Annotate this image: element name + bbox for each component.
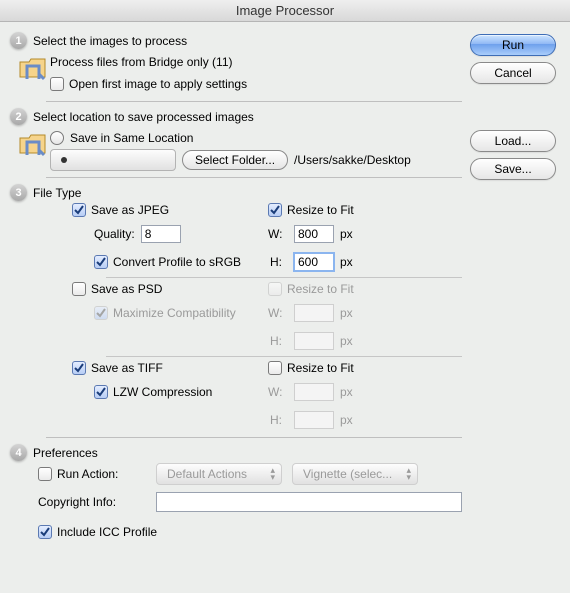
selected-folder-path: /Users/sakke/Desktop (294, 153, 411, 167)
save-as-tiff-checkbox[interactable]: Save as TIFF (72, 361, 252, 375)
step-badge-1: 1 (10, 32, 27, 49)
left-panel: 1 Select the images to process Process f… (10, 32, 470, 579)
include-icc-label: Include ICC Profile (57, 525, 157, 539)
divider-3 (46, 437, 462, 438)
jpeg-resize-label: Resize to Fit (287, 203, 354, 217)
divider-psd-tiff (106, 356, 462, 357)
step-badge-2: 2 (10, 108, 27, 125)
psd-resize-label: Resize to Fit (287, 282, 354, 296)
psd-h-input (294, 332, 334, 350)
jpeg-resize-checkbox[interactable]: Resize to Fit (268, 203, 408, 217)
jpeg-quality-label: Quality: (94, 227, 135, 241)
save-as-psd-checkbox[interactable]: Save as PSD (72, 282, 252, 296)
save-as-tiff-label: Save as TIFF (91, 361, 163, 375)
window-title: Image Processor (0, 0, 570, 22)
save-as-psd-label: Save as PSD (91, 282, 162, 296)
section-2-title: Select location to save processed images (33, 110, 254, 124)
right-button-column: Run Cancel Load... Save... (470, 32, 556, 579)
psd-h-px: px (340, 334, 353, 348)
tiff-w-label: W: (268, 385, 288, 399)
select-folder-radio[interactable] (50, 149, 176, 171)
action-name-value: Vignette (selec... (303, 467, 392, 481)
jpeg-h-input[interactable] (294, 253, 334, 271)
updown-icon: ▴▾ (270, 467, 275, 481)
jpeg-quality-input[interactable] (141, 225, 181, 243)
jpeg-w-input[interactable] (294, 225, 334, 243)
action-set-select: Default Actions ▴▾ (156, 463, 282, 485)
save-as-jpeg-checkbox[interactable]: Save as JPEG (72, 203, 252, 217)
jpeg-h-px: px (340, 255, 353, 269)
run-action-checkbox[interactable]: Run Action: (38, 467, 146, 481)
psd-h-label: H: (268, 334, 288, 348)
maximize-compat-checkbox: Maximize Compatibility (72, 306, 252, 320)
action-name-select: Vignette (selec... ▴▾ (292, 463, 418, 485)
select-folder-button[interactable]: Select Folder... (182, 150, 288, 170)
save-same-location-radio[interactable] (50, 131, 64, 145)
action-set-value: Default Actions (167, 467, 247, 481)
convert-srgb-checkbox[interactable]: Convert Profile to sRGB (72, 255, 252, 269)
save-folder-icon (16, 127, 50, 161)
maximize-compat-label: Maximize Compatibility (113, 306, 236, 320)
tiff-resize-checkbox[interactable]: Resize to Fit (268, 361, 408, 375)
section-preferences: 4 Preferences Run Action: Default Action… (10, 444, 462, 543)
copyright-label: Copyright Info: (38, 495, 146, 509)
save-as-jpeg-label: Save as JPEG (91, 203, 169, 217)
jpeg-w-label: W: (268, 227, 288, 241)
updown-icon: ▴▾ (406, 467, 411, 481)
save-button[interactable]: Save... (470, 158, 556, 180)
run-button[interactable]: Run (470, 34, 556, 56)
section-file-type: 3 File Type Save as JPEG Resize to Fit Q… (10, 184, 462, 431)
copyright-input[interactable] (156, 492, 462, 512)
open-first-image-label: Open first image to apply settings (69, 77, 247, 91)
dialog-body: 1 Select the images to process Process f… (0, 22, 570, 593)
section-3-title: File Type (33, 186, 81, 200)
tiff-h-input (294, 411, 334, 429)
psd-w-px: px (340, 306, 353, 320)
psd-w-label: W: (268, 306, 288, 320)
step-badge-4: 4 (10, 444, 27, 461)
jpeg-h-label: H: (268, 255, 288, 269)
tiff-h-px: px (340, 413, 353, 427)
divider-2 (46, 177, 462, 178)
section-4-title: Preferences (33, 446, 98, 460)
section-select-images: 1 Select the images to process Process f… (10, 32, 462, 95)
tiff-resize-label: Resize to Fit (287, 361, 354, 375)
section-1-title: Select the images to process (33, 34, 187, 48)
bridge-files-line: Process files from Bridge only (11) (50, 51, 462, 73)
load-button[interactable]: Load... (470, 130, 556, 152)
convert-srgb-label: Convert Profile to sRGB (113, 255, 241, 269)
open-first-image-checkbox[interactable]: Open first image to apply settings (50, 77, 247, 91)
lzw-compression-label: LZW Compression (113, 385, 212, 399)
save-same-location-label: Save in Same Location (70, 131, 193, 145)
psd-w-input (294, 304, 334, 322)
run-action-label: Run Action: (57, 467, 118, 481)
include-icc-checkbox[interactable]: Include ICC Profile (38, 525, 157, 539)
bridge-folder-icon (16, 51, 50, 85)
jpeg-w-px: px (340, 227, 353, 241)
step-badge-3: 3 (10, 184, 27, 201)
tiff-h-label: H: (268, 413, 288, 427)
psd-resize-checkbox: Resize to Fit (268, 282, 408, 296)
section-save-location: 2 Select location to save processed imag… (10, 108, 462, 171)
divider-1 (46, 101, 462, 102)
tiff-w-input (294, 383, 334, 401)
tiff-w-px: px (340, 385, 353, 399)
bridge-files-label: Process files from Bridge only (11) (50, 55, 233, 69)
lzw-compression-checkbox[interactable]: LZW Compression (72, 385, 252, 399)
cancel-button[interactable]: Cancel (470, 62, 556, 84)
divider-jpeg-psd (106, 277, 462, 278)
